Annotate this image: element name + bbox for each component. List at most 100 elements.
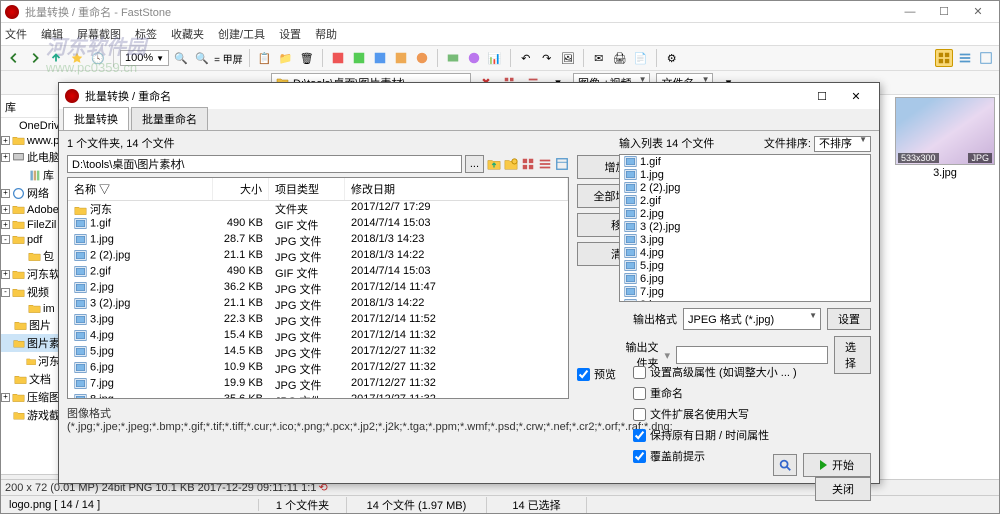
tab-batch-convert[interactable]: 批量转换 <box>63 107 129 130</box>
expand-icon[interactable]: - <box>1 235 10 244</box>
source-path-input[interactable] <box>67 155 462 173</box>
toolbar-icon[interactable]: 📄 <box>632 49 650 67</box>
input-list-item[interactable]: 3 (2).jpg <box>620 220 870 233</box>
tree-node[interactable]: +河东软 <box>1 265 62 283</box>
expand-icon[interactable]: + <box>1 189 10 198</box>
rename-checkbox[interactable] <box>633 387 646 400</box>
start-button[interactable]: 开始 <box>803 453 871 477</box>
tree-node[interactable]: 图片素 <box>1 334 62 352</box>
tree-node[interactable]: 文档 <box>1 370 62 388</box>
expand-icon[interactable]: + <box>1 270 10 279</box>
file-row[interactable]: 1.jpg28.7 KBJPG 文件2018/1/3 14:23 <box>68 233 568 249</box>
toolbar-icon[interactable] <box>371 49 389 67</box>
file-row[interactable]: 5.jpg14.5 KBJPG 文件2017/12/27 11:32 <box>68 345 568 361</box>
folder-up-icon[interactable] <box>487 157 501 171</box>
tree-node[interactable]: +Adobe <box>1 202 62 217</box>
source-file-list[interactable]: 名称 ▽ 大小 项目类型 修改日期 河东文件夹2017/12/7 17:291.… <box>67 177 569 399</box>
format-settings-button[interactable]: 设置 <box>827 308 871 330</box>
keep-date-checkbox[interactable] <box>633 429 646 442</box>
tree-node[interactable]: im <box>1 301 62 316</box>
toolbar-icon[interactable]: 🖼 <box>559 49 577 67</box>
tree-node[interactable]: 包 <box>1 247 62 265</box>
close-dialog-button[interactable]: 关闭 <box>815 477 871 501</box>
tab-batch-rename[interactable]: 批量重命名 <box>131 107 208 130</box>
view-detail-icon[interactable] <box>555 157 569 171</box>
view-detail-icon[interactable] <box>977 49 995 67</box>
sort-select[interactable]: 不排序 <box>814 136 871 152</box>
advanced-checkbox[interactable] <box>633 366 646 379</box>
file-row[interactable]: 7.jpg19.9 KBJPG 文件2017/12/27 11:32 <box>68 377 568 393</box>
file-row[interactable]: 8.jpg35.6 KBJPG 文件2017/12/27 11:32 <box>68 393 568 399</box>
preview-eye-button[interactable] <box>773 454 797 476</box>
expand-icon[interactable]: + <box>1 153 10 162</box>
toolbar-icon[interactable] <box>465 49 483 67</box>
toolbar-zoomin-icon[interactable]: 🔍 <box>193 49 211 67</box>
input-list-item[interactable]: 2.jpg <box>620 207 870 220</box>
input-list-item[interactable]: 8.jpg <box>620 298 870 302</box>
menu-item[interactable]: 文件 <box>5 26 27 42</box>
folder-new-icon[interactable] <box>504 157 518 171</box>
menu-item[interactable]: 收藏夹 <box>171 26 204 42</box>
toolbar-move-icon[interactable]: 📁 <box>277 49 295 67</box>
toolbar-icon[interactable] <box>444 49 462 67</box>
dialog-maximize-button[interactable]: ☐ <box>805 84 839 108</box>
file-row[interactable]: 2.gif490 KBGIF 文件2014/7/14 15:03 <box>68 265 568 281</box>
input-list-item[interactable]: 7.jpg <box>620 285 870 298</box>
tree-node[interactable]: -视频 <box>1 283 62 301</box>
col-date[interactable]: 修改日期 <box>345 178 568 200</box>
toolbar-icon[interactable] <box>392 49 410 67</box>
toolbar-settings-icon[interactable]: ⚙ <box>663 49 681 67</box>
tree-node[interactable]: 河东 <box>1 352 62 370</box>
output-format-select[interactable]: JPEG 格式 (*.jpg) <box>683 308 821 330</box>
view-list-icon[interactable] <box>956 49 974 67</box>
view-list-icon[interactable] <box>538 157 552 171</box>
toolbar-copy-icon[interactable]: 📋 <box>256 49 274 67</box>
input-list-item[interactable]: 1.jpg <box>620 168 870 181</box>
input-file-list[interactable]: 1.gif1.jpg2 (2).jpg2.gif2.jpg3 (2).jpg3.… <box>619 154 871 302</box>
view-grid-icon[interactable] <box>521 157 535 171</box>
input-list-item[interactable]: 2.gif <box>620 194 870 207</box>
tree-node[interactable]: +网络 <box>1 184 62 202</box>
tree-node[interactable]: OneDrive <box>1 118 62 133</box>
toolbar-rotate-right-icon[interactable]: ↷ <box>538 49 556 67</box>
tree-node[interactable]: 游戏截 <box>1 406 62 424</box>
thumbnail[interactable]: 533x300 JPG <box>895 97 995 165</box>
toolbar-print-icon[interactable]: 🖨 <box>611 49 629 67</box>
input-list-item[interactable]: 4.jpg <box>620 246 870 259</box>
input-list-item[interactable]: 1.gif <box>620 155 870 168</box>
col-name[interactable]: 名称 ▽ <box>68 178 213 200</box>
toolbar-zoomout-icon[interactable]: 🔍 <box>172 49 190 67</box>
tree-node[interactable]: 库 <box>1 166 62 184</box>
menu-item[interactable]: 创建/工具 <box>218 26 265 42</box>
toolbar-icon[interactable] <box>350 49 368 67</box>
expand-icon[interactable]: + <box>1 205 10 214</box>
minimize-button[interactable]: — <box>893 2 927 22</box>
file-row[interactable]: 1.gif490 KBGIF 文件2014/7/14 15:03 <box>68 217 568 233</box>
expand-icon[interactable]: - <box>1 288 10 297</box>
file-row[interactable]: 2.jpg36.2 KBJPG 文件2017/12/14 11:47 <box>68 281 568 297</box>
view-thumb-icon[interactable] <box>935 49 953 67</box>
file-row[interactable]: 3 (2).jpg21.1 KBJPG 文件2018/1/3 14:22 <box>68 297 568 313</box>
col-type[interactable]: 项目类型 <box>269 178 345 200</box>
menu-item[interactable]: 设置 <box>279 26 301 42</box>
expand-icon[interactable]: + <box>1 136 10 145</box>
toolbar-mail-icon[interactable]: ✉ <box>590 49 608 67</box>
input-list-item[interactable]: 5.jpg <box>620 259 870 272</box>
input-list-item[interactable]: 6.jpg <box>620 272 870 285</box>
file-row[interactable]: 6.jpg10.9 KBJPG 文件2017/12/27 11:32 <box>68 361 568 377</box>
toolbar-icon[interactable]: 📊 <box>486 49 504 67</box>
expand-icon[interactable]: + <box>1 220 10 229</box>
toolbar-icon[interactable] <box>413 49 431 67</box>
folder-tree[interactable]: 库 OneDrive+www.p+此电脑库+网络+Adobe+FileZil-p… <box>1 97 63 477</box>
toolbar-forward-icon[interactable] <box>26 49 44 67</box>
toolbar-delete-icon[interactable]: 🗑 <box>298 49 316 67</box>
close-button[interactable]: ✕ <box>961 2 995 22</box>
file-row[interactable]: 河东文件夹2017/12/7 17:29 <box>68 201 568 217</box>
preview-checkbox[interactable] <box>577 368 590 381</box>
col-size[interactable]: 大小 <box>213 178 269 200</box>
browse-path-button[interactable]: ... <box>465 155 484 173</box>
maximize-button[interactable]: ☐ <box>927 2 961 22</box>
input-list-item[interactable]: 3.jpg <box>620 233 870 246</box>
tree-node[interactable]: +此电脑 <box>1 148 62 166</box>
file-row[interactable]: 3.jpg22.3 KBJPG 文件2017/12/14 11:52 <box>68 313 568 329</box>
